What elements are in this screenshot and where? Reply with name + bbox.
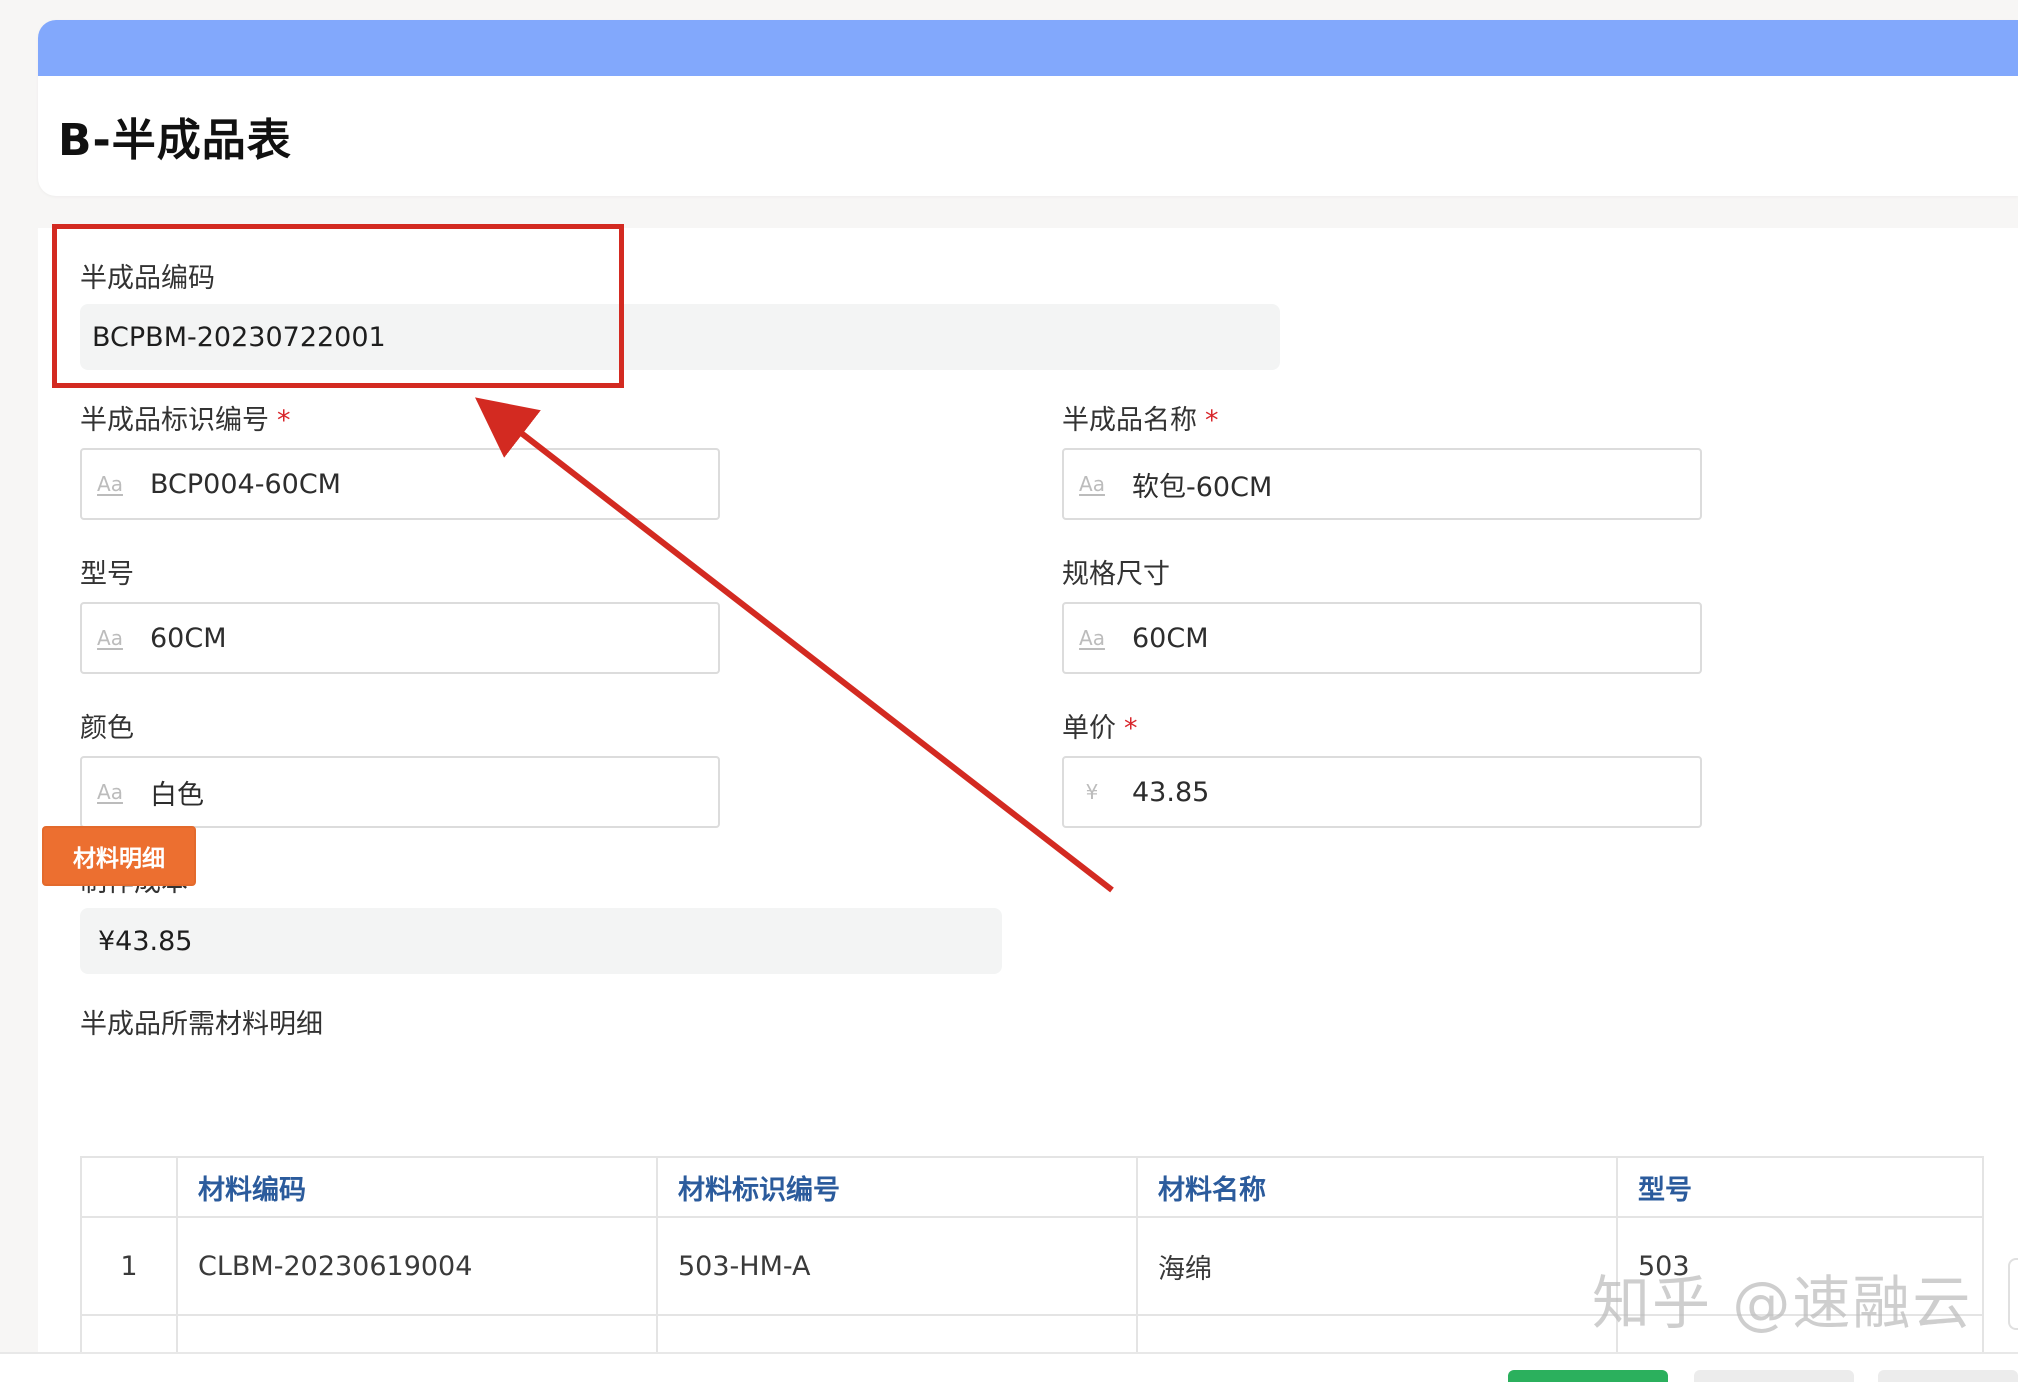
watermark: 知乎 @速融云 xyxy=(1592,1269,1973,1337)
footer-tertiary-button[interactable] xyxy=(1878,1370,2018,1382)
footer-primary-button[interactable] xyxy=(1508,1370,1668,1382)
footer-secondary-button[interactable] xyxy=(1694,1370,1854,1382)
annotation-arrow-icon xyxy=(475,397,1114,893)
side-scroll-handle[interactable] xyxy=(2008,1258,2018,1330)
